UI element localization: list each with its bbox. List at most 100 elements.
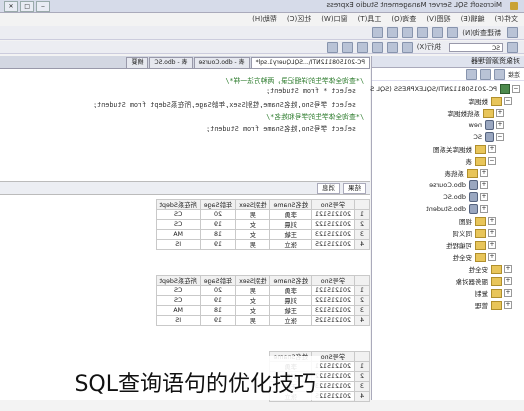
menu-file[interactable]: 文件(F)	[495, 14, 519, 24]
connect-button[interactable]: 连接	[508, 70, 520, 79]
col-header[interactable]: 学号Sno	[311, 275, 355, 286]
expand-icon[interactable]: +	[488, 145, 496, 153]
expand-icon[interactable]: +	[480, 181, 488, 189]
cell[interactable]: 19	[200, 219, 236, 230]
table-row[interactable]: 4 201215125 张立男 19 IS	[156, 315, 370, 326]
cell[interactable]: 刘晨	[269, 295, 312, 306]
col-header[interactable]: 性别Ssex	[235, 275, 270, 286]
minimize-button[interactable]: ‒	[36, 1, 50, 12]
database-select[interactable]: SC	[449, 42, 503, 52]
table-row[interactable]: 2 201215122 刘晨女 19 CS	[156, 295, 370, 306]
cell[interactable]: 女	[235, 295, 270, 306]
expand-icon[interactable]: +	[504, 301, 512, 309]
properties-icon[interactable]	[387, 27, 399, 38]
tab-summary[interactable]: 摘要	[126, 57, 149, 68]
cell[interactable]: MA	[156, 229, 201, 240]
results-grid-2[interactable]: 学号Sno 姓名Sname 性别Ssex 年龄Sage 所在系Sdept 1 201215…	[156, 275, 370, 326]
cell[interactable]: 女	[235, 219, 270, 230]
expand-icon[interactable]: +	[480, 205, 488, 213]
menu-query[interactable]: 查询(Q)	[391, 14, 416, 24]
tree-db-sc[interactable]: − SC	[473, 132, 504, 142]
maximize-button[interactable]: □	[20, 1, 34, 12]
tab-results[interactable]: 结果	[343, 182, 366, 194]
cell[interactable]: 李勇	[269, 285, 312, 296]
cell[interactable]: 男	[235, 285, 270, 296]
save-all-icon[interactable]	[417, 27, 429, 38]
menu-edit[interactable]: 编辑(E)	[461, 14, 485, 24]
menu-tools[interactable]: 工具(T)	[358, 14, 382, 24]
table-row[interactable]: 1 201215121 李勇男 20 CS	[156, 285, 370, 296]
cell[interactable]: 19	[200, 295, 236, 306]
cell[interactable]: 201215123	[311, 305, 355, 316]
expand-icon[interactable]: +	[496, 121, 504, 129]
menu-window[interactable]: 窗口(W)	[321, 14, 347, 24]
col-header[interactable]: 年龄Sage	[200, 275, 236, 286]
close-button[interactable]: ✕	[4, 1, 18, 12]
cell[interactable]: MA	[156, 305, 201, 316]
tree-synonyms[interactable]: + 同义词	[453, 228, 496, 238]
cell[interactable]: 王敏	[269, 305, 312, 316]
table-row[interactable]: 1 201215121 李勇男 20 CS	[156, 209, 370, 220]
tree-system-databases[interactable]: + 系统数据库	[448, 108, 504, 118]
cell[interactable]: 张立	[269, 315, 312, 326]
tree-system-tables[interactable]: + 系统表	[445, 168, 488, 178]
cell[interactable]: 20	[200, 209, 236, 220]
cell[interactable]: 男	[235, 209, 270, 220]
cell[interactable]: 201215125	[311, 239, 355, 250]
tree-programmability[interactable]: + 可编程性	[446, 240, 496, 250]
expand-icon[interactable]: +	[480, 169, 488, 177]
col-header[interactable]: 所在系Sdept	[156, 199, 201, 210]
expand-icon[interactable]: +	[488, 253, 496, 261]
cell[interactable]: CS	[156, 209, 201, 220]
collapse-icon[interactable]: −	[512, 85, 520, 93]
cell[interactable]: 20	[200, 285, 236, 296]
tree-table-student[interactable]: + dbo.Student	[426, 204, 488, 214]
collapse-icon[interactable]: −	[488, 157, 496, 165]
cell[interactable]: 刘晨	[269, 219, 312, 230]
sql-code-editor[interactable]: /*查询全体学生的详细记录，两种方法一样*/ select * from Stu…	[0, 69, 370, 182]
new-query-button[interactable]: 新建查询(N)	[462, 28, 501, 38]
col-header[interactable]: 学号Sno	[311, 199, 355, 210]
tab-sqlquery1[interactable]: PC-201508112NTI\...SQLQuery1.sql*	[250, 57, 370, 68]
table-row[interactable]: 2 201215122 刘晨女 19 CS	[156, 219, 370, 230]
tree-views[interactable]: + 视图	[459, 216, 496, 226]
cell[interactable]: 王敏	[269, 229, 312, 240]
disconnect-icon[interactable]	[493, 68, 505, 80]
cell[interactable]: 201215122	[311, 295, 355, 306]
filter-icon[interactable]	[465, 68, 477, 80]
tree-databases[interactable]: − 数据库	[469, 96, 512, 106]
open-file-icon[interactable]	[447, 27, 459, 38]
cell[interactable]: 男	[235, 315, 270, 326]
tree-tables[interactable]: − 表	[466, 156, 496, 166]
cell[interactable]: 201215121	[311, 285, 355, 296]
cell[interactable]: 19	[200, 239, 236, 250]
cell[interactable]: CS	[156, 219, 201, 230]
cell[interactable]: 18	[200, 229, 236, 240]
cell[interactable]: CS	[156, 295, 201, 306]
tab-messages[interactable]: 消息	[317, 182, 340, 194]
tree-diagrams[interactable]: + 数据库关系图	[433, 144, 496, 154]
col-header[interactable]: 年龄Sage	[200, 199, 236, 210]
tree-db-new[interactable]: + new	[469, 120, 504, 130]
expand-icon[interactable]: +	[488, 241, 496, 249]
col-header[interactable]: 所在系Sdept	[156, 275, 201, 286]
col-header[interactable]: 姓名Sname	[269, 275, 312, 286]
cell[interactable]: 李勇	[269, 209, 312, 220]
tree-security[interactable]: + 安全性	[469, 264, 512, 274]
col-header[interactable]: 性别Ssex	[235, 199, 270, 210]
cell[interactable]: 19	[200, 315, 236, 326]
object-explorer-icon[interactable]	[402, 27, 414, 38]
table-row[interactable]: 4 201215125 张立男 19 IS	[156, 239, 370, 250]
expand-icon[interactable]: +	[504, 277, 512, 285]
tree-management[interactable]: + 管理	[475, 300, 512, 310]
cell[interactable]: 201215123	[311, 229, 355, 240]
tree-server[interactable]: − PC-201508112NTI\SQLEXPRESS (SQL Ser	[363, 84, 520, 94]
tree-table-sc[interactable]: + dbo.SC	[443, 192, 488, 202]
cell[interactable]: 女	[235, 305, 270, 316]
cell[interactable]: 201215122	[311, 219, 355, 230]
cell[interactable]: 18	[200, 305, 236, 316]
tree-security-db[interactable]: + 安全性	[453, 252, 496, 262]
tab-course[interactable]: 表 - dbo.Course	[193, 57, 250, 68]
save-icon[interactable]	[432, 27, 444, 38]
cell[interactable]: 男	[235, 239, 270, 250]
